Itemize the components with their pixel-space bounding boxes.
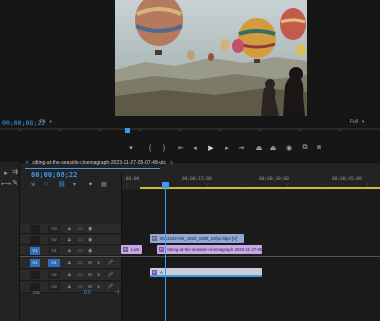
eye-icon[interactable]: ◉: [88, 247, 92, 255]
resolution-select[interactable]: Full ▼: [350, 119, 365, 125]
snap-icon[interactable]: ∩: [44, 181, 48, 187]
clip-label: sitting-at-the-seaside-cinemagraph-2023-…: [167, 247, 262, 252]
extract-icon[interactable]: ⏏: [268, 141, 278, 155]
track-name[interactable]: V2: [48, 236, 60, 244]
eye-icon[interactable]: ◉: [88, 236, 92, 244]
track-header-v2[interactable]: V2 🔒︎ ▭ ◉: [20, 235, 121, 245]
track-header-v1[interactable]: V1 V1 🔒︎ ▭ ◉: [20, 246, 121, 256]
sequence-tab-label: sitting-at-the-seaside-cinemagraph-2023-…: [32, 160, 167, 166]
mute-button[interactable]: M: [88, 271, 92, 279]
zoom-select-value: Fit: [40, 119, 46, 125]
work-area-bar[interactable]: [140, 187, 380, 189]
tools-panel: ▸ ⇉ ⟷ ✎: [0, 162, 20, 321]
sync-lock-icon[interactable]: ▭: [78, 259, 83, 267]
sync-lock-icon[interactable]: ▭: [78, 236, 83, 244]
go-to-end-icon[interactable]: ⊣: [114, 289, 119, 296]
chevron-down-icon: ▼: [48, 119, 53, 124]
ruler-label: :00;00: [123, 177, 140, 182]
monitor-time-ruler[interactable]: [0, 127, 380, 137]
play-icon[interactable]: ▶: [206, 141, 216, 155]
marker-icon[interactable]: ▾: [126, 141, 136, 155]
add-marker-icon[interactable]: ▾: [73, 181, 76, 188]
balloon-scene-image: [115, 0, 307, 116]
active-tab-indicator: [25, 168, 160, 169]
sync-lock-icon[interactable]: ▭: [78, 271, 83, 279]
source-patch[interactable]: [30, 271, 40, 279]
mix-label: Mix: [33, 290, 40, 295]
step-forward-icon[interactable]: ▸: [222, 141, 232, 155]
source-patch[interactable]: V1: [30, 247, 40, 255]
track-header-a2[interactable]: A2 🔒︎ ▭ M S 🎤︎: [20, 270, 121, 281]
lock-icon[interactable]: 🔒︎: [68, 271, 71, 279]
nest-icon[interactable]: ⇲: [30, 181, 35, 188]
fx-badge-icon: fx: [152, 236, 157, 241]
ruler-label: 00;00;30;00: [259, 177, 289, 182]
solo-button[interactable]: S: [97, 271, 100, 279]
ruler-label: 00;00;15;00: [182, 177, 212, 182]
step-back-icon[interactable]: ◂: [190, 141, 200, 155]
camera-icon[interactable]: ◉: [284, 141, 294, 155]
mark-out-icon[interactable]: }: [160, 141, 168, 155]
source-patch[interactable]: [30, 236, 40, 244]
captions-icon[interactable]: ▤: [101, 181, 107, 188]
lock-icon[interactable]: 🔒︎: [68, 225, 71, 233]
wrench-icon[interactable]: ✦: [88, 181, 93, 188]
lock-icon[interactable]: 🔒︎: [68, 236, 71, 244]
source-patch[interactable]: [30, 225, 40, 233]
transport-controls: ▾ { } ⇤ ◂ ▶ ▸ ⇥ ⏏ ⏏ ◉ ⧉ ⧈: [0, 141, 380, 155]
audio-clip-a1[interactable]: fx A: [150, 268, 262, 277]
program-timecode[interactable]: 00;00;08;22: [2, 119, 45, 127]
audio-waveform: [150, 275, 262, 277]
track-header-v3[interactable]: V3 🔒︎ ▭ ◉: [20, 224, 121, 234]
resolution-select-value: Full: [350, 119, 359, 125]
solo-button[interactable]: S: [97, 259, 100, 267]
razor-icon[interactable]: ✎: [10, 179, 20, 188]
monitor-playhead[interactable]: [125, 128, 130, 133]
mix-volume-value[interactable]: 0.0: [84, 290, 91, 296]
sequence-tab[interactable]: ✕ sitting-at-the-seaside-cinemagraph-2023…: [25, 160, 173, 166]
track-header-a1[interactable]: A1 A1 🔒︎ ▭ M S 🎤︎: [20, 258, 121, 269]
video-clip-v1-left[interactable]: fx Lam: [121, 245, 142, 254]
video-preview[interactable]: [115, 0, 307, 116]
track-name[interactable]: A2: [48, 271, 60, 279]
fx-badge-icon: fx: [123, 247, 128, 252]
eye-icon[interactable]: ◉: [88, 225, 92, 233]
sequence-timecode[interactable]: 00;00;08;22: [31, 171, 77, 179]
ruler-label: 00;00;45;00: [332, 177, 362, 182]
microphone-icon[interactable]: 🎤︎: [107, 271, 113, 279]
sync-lock-icon[interactable]: ▭: [78, 247, 83, 255]
clip-label: Lam: [131, 247, 140, 252]
compare-icon[interactable]: ⧈: [314, 141, 324, 155]
video-clip-v1-right[interactable]: fx sitting-at-the-seaside-cinemagraph-20…: [157, 245, 262, 254]
track-name[interactable]: A1: [48, 259, 60, 267]
track-name[interactable]: V1: [48, 247, 60, 255]
lift-icon[interactable]: ⏏: [254, 141, 264, 155]
lock-icon[interactable]: 🔒︎: [68, 259, 71, 267]
clip-label: 0013442-HD_1920_1080_24fps Mp4 [V]: [160, 236, 238, 241]
zoom-select[interactable]: Fit ▼: [40, 119, 53, 125]
go-to-in-icon[interactable]: ⇤: [176, 141, 186, 155]
sync-lock-icon[interactable]: ▭: [78, 225, 83, 233]
chevron-down-icon: ▼: [361, 119, 366, 124]
program-monitor: 00;00;08;22 Fit ▼ Full ▼ ▾ { } ⇤ ◂ ▶ ▸ ⇥ ⏏…: [0, 0, 380, 162]
linked-selection-icon[interactable]: ⛓: [58, 181, 66, 188]
lock-icon[interactable]: 🔒︎: [68, 247, 71, 255]
source-patch[interactable]: A1: [30, 259, 40, 267]
go-to-out-icon[interactable]: ⇥: [236, 141, 246, 155]
mark-in-icon[interactable]: {: [146, 141, 154, 155]
microphone-icon[interactable]: 🎤︎: [107, 259, 113, 267]
mute-button[interactable]: M: [88, 259, 92, 267]
fx-badge-icon: fx: [159, 247, 164, 252]
button-editor-icon[interactable]: ⧉: [300, 141, 310, 155]
timeline-playhead-line[interactable]: [165, 186, 166, 321]
track-select-icon[interactable]: ⇉: [10, 168, 20, 177]
track-name[interactable]: V3: [48, 225, 60, 233]
menu-icon[interactable]: ≡: [170, 160, 173, 166]
close-icon[interactable]: ✕: [25, 160, 29, 166]
